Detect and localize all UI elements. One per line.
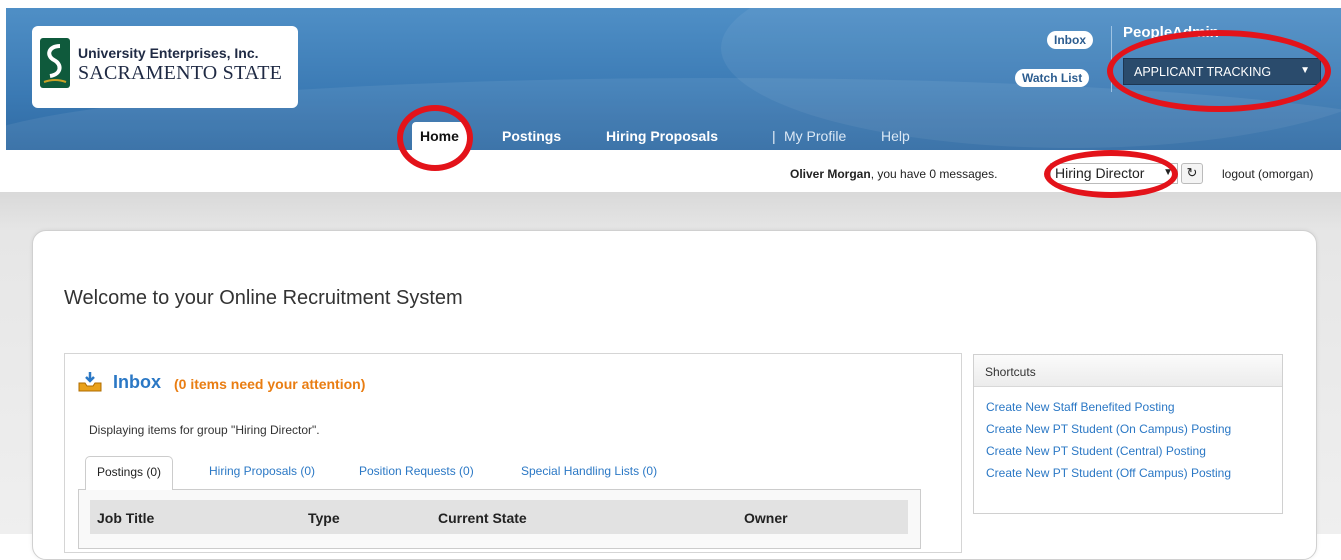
- nav-postings[interactable]: Postings: [502, 122, 561, 150]
- page-title: Welcome to your Online Recruitment Syste…: [64, 287, 463, 309]
- column-header-type[interactable]: Type: [308, 510, 340, 526]
- nav-hiring-proposals[interactable]: Hiring Proposals: [606, 122, 718, 150]
- tab-special-handling-lists[interactable]: Special Handling Lists (0): [521, 456, 657, 490]
- nav-my-profile[interactable]: My Profile: [784, 122, 846, 150]
- org-name-line2: SACRAMENTO STATE: [78, 62, 283, 84]
- sac-state-logo-icon: [40, 38, 70, 88]
- user-name: Oliver Morgan: [790, 167, 871, 181]
- tab-position-requests[interactable]: Position Requests (0): [359, 456, 474, 490]
- shortcut-pt-student-off-campus[interactable]: Create New PT Student (Off Campus) Posti…: [986, 466, 1231, 480]
- nav-help[interactable]: Help: [881, 122, 910, 150]
- refresh-role-button[interactable]: ↻: [1181, 163, 1203, 184]
- column-header-owner[interactable]: Owner: [744, 510, 788, 526]
- tab-hiring-proposals[interactable]: Hiring Proposals (0): [209, 456, 315, 490]
- org-logo[interactable]: University Enterprises, Inc. SACRAMENTO …: [32, 26, 298, 108]
- annotation-circle-module: [1107, 30, 1331, 112]
- org-name-line1: University Enterprises, Inc.: [78, 45, 259, 61]
- shortcuts-title: Shortcuts: [985, 365, 1036, 379]
- message-count-text: , you have 0 messages.: [870, 167, 998, 181]
- user-message: Oliver Morgan, you have 0 messages.: [790, 167, 997, 181]
- inbox-title[interactable]: Inbox: [113, 372, 161, 393]
- watch-list-link[interactable]: Watch List: [1015, 69, 1090, 87]
- tab-postings[interactable]: Postings (0): [85, 456, 174, 490]
- inbox-tray-icon: [78, 372, 102, 392]
- annotation-circle-home: [397, 105, 473, 171]
- annotation-circle-role: [1044, 150, 1178, 198]
- inbox-group-note: Displaying items for group "Hiring Direc…: [89, 423, 320, 437]
- nav-separator: |: [772, 128, 776, 144]
- shortcut-pt-student-on-campus[interactable]: Create New PT Student (On Campus) Postin…: [986, 422, 1231, 436]
- inbox-attention-count: (0 items need your attention): [174, 376, 366, 392]
- column-header-job-title[interactable]: Job Title: [97, 510, 154, 526]
- column-header-current-state[interactable]: Current State: [438, 510, 527, 526]
- refresh-icon: ↻: [1186, 165, 1198, 180]
- shortcut-staff-benefited[interactable]: Create New Staff Benefited Posting: [986, 400, 1175, 414]
- logout-link[interactable]: logout (omorgan): [1222, 167, 1313, 181]
- shortcut-pt-student-central[interactable]: Create New PT Student (Central) Posting: [986, 444, 1206, 458]
- inbox-link[interactable]: Inbox: [1047, 31, 1093, 49]
